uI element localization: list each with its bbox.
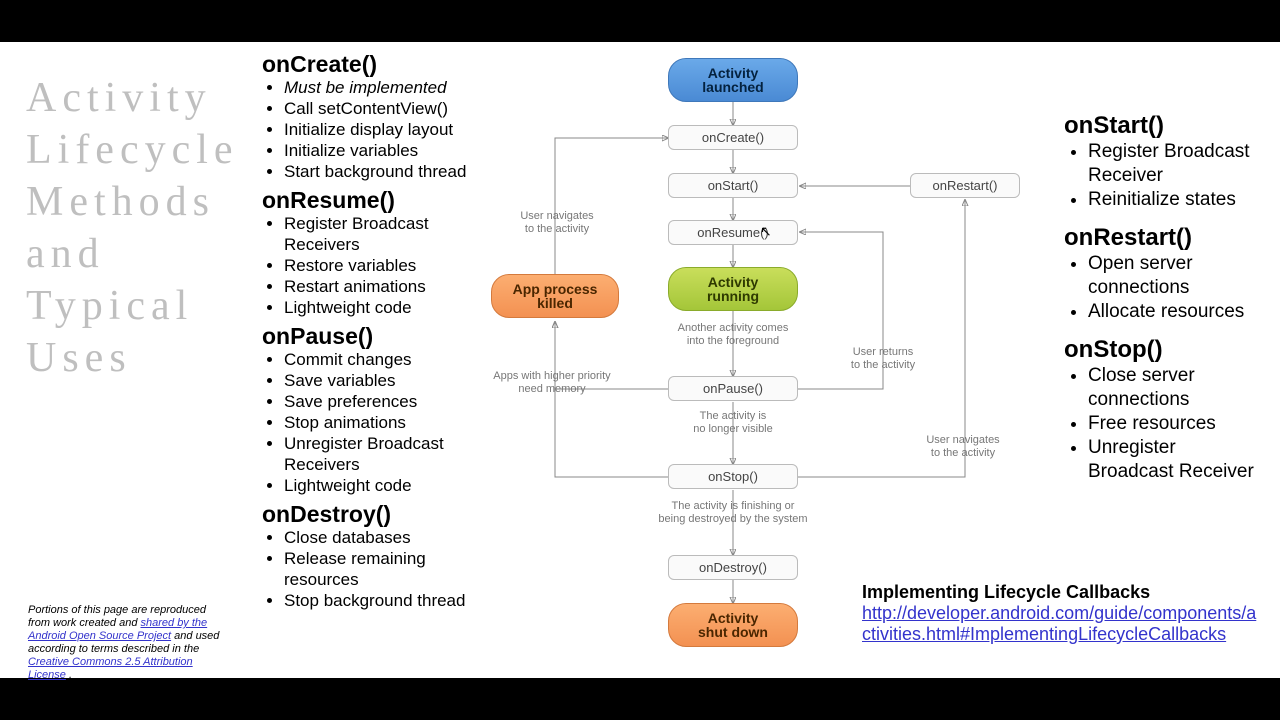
label-priority-memory: Apps with higher priorityneed memory — [467, 370, 637, 396]
node-activity-shutdown: Activityshut down — [668, 603, 798, 647]
node-onrestart: onRestart() — [910, 173, 1020, 198]
label-foreground: Another activity comesinto the foregroun… — [643, 322, 823, 348]
label-not-visible: The activity isno longer visible — [663, 410, 803, 436]
ondestroy-list: Close databases Release remaining resour… — [262, 527, 492, 611]
onpause-heading: onPause() — [262, 326, 492, 347]
onstop-heading: onStop() — [1064, 338, 1264, 362]
onresume-list: Register Broadcast Receivers Restore var… — [262, 213, 492, 318]
reference-link[interactable]: http://developer.android.com/guide/compo… — [862, 603, 1256, 644]
right-methods-column: onStart() Register Broadcast Receiver Re… — [1064, 100, 1264, 484]
label-user-navigates: User navigatesto the activity — [497, 210, 617, 236]
oncreate-heading: onCreate() — [262, 54, 492, 75]
oncreate-list: Must be implemented Call setContentView(… — [262, 77, 492, 182]
node-onpause: onPause() — [668, 376, 798, 401]
node-activity-launched: Activitylaunched — [668, 58, 798, 102]
node-process-killed: App processkilled — [491, 274, 619, 318]
reference-block: Implementing Lifecycle Callbacks http://… — [862, 582, 1262, 645]
node-onstart: onStart() — [668, 173, 798, 198]
onstart-heading: onStart() — [1064, 114, 1264, 138]
ondestroy-heading: onDestroy() — [262, 504, 492, 525]
label-user-navigates-r: User navigatesto the activity — [893, 434, 1033, 460]
left-methods-column: onCreate() Must be implemented Call setC… — [262, 54, 492, 615]
node-activity-running: Activityrunning — [668, 267, 798, 311]
label-user-returns: User returnsto the activity — [823, 346, 943, 372]
onrestart-heading: onRestart() — [1064, 226, 1264, 250]
label-finishing: The activity is finishing orbeing destro… — [633, 500, 833, 526]
node-onstop: onStop() — [668, 464, 798, 489]
lifecycle-diagram: Activitylaunched onCreate() onStart() on… — [485, 50, 1045, 660]
node-oncreate: onCreate() — [668, 125, 798, 150]
node-onresume: onResume() — [668, 220, 798, 245]
attribution-text: Portions of this page are reproduced fro… — [28, 604, 228, 682]
cc-license-link[interactable]: Creative Commons 2.5 Attribution License — [28, 656, 193, 681]
onpause-list: Commit changes Save variables Save prefe… — [262, 349, 492, 496]
node-ondestroy: onDestroy() — [668, 555, 798, 580]
onresume-heading: onResume() — [262, 190, 492, 211]
reference-heading: Implementing Lifecycle Callbacks — [862, 582, 1262, 603]
slide-title: Activity Lifecycle Methods and Typical U… — [26, 72, 236, 384]
